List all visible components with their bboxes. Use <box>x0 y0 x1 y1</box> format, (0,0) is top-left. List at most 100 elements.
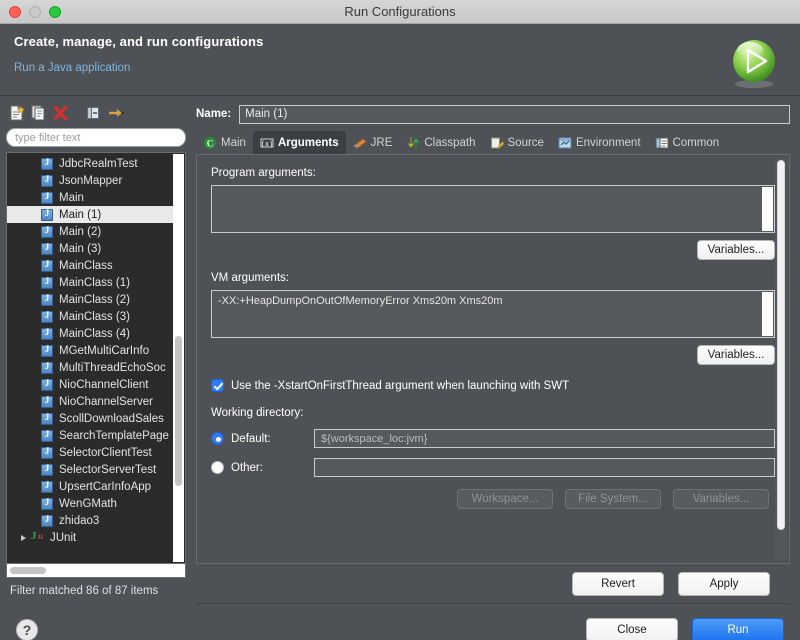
list-item[interactable]: ScollDownloadSales <box>7 410 185 427</box>
list-item-label: zhidao3 <box>59 514 100 527</box>
list-item[interactable]: MGetMultiCarInfo <box>7 342 185 359</box>
name-input[interactable]: Main (1) <box>239 104 790 124</box>
list-item-label: MainClass (4) <box>59 327 130 340</box>
tab-jre[interactable]: JRE <box>346 131 400 154</box>
xstart-on-first-thread-row[interactable]: Use the -XstartOnFirstThread argument wh… <box>211 379 775 392</box>
list-item[interactable]: Main (3) <box>7 240 185 257</box>
default-radio[interactable] <box>211 432 224 445</box>
list-item[interactable]: MainClass (4) <box>7 325 185 342</box>
program-arguments-input[interactable] <box>211 185 775 233</box>
list-hscroll-thumb[interactable] <box>10 567 46 574</box>
list-item[interactable]: Main (1) <box>7 206 173 223</box>
name-label: Name: <box>196 108 232 120</box>
svg-text:(x): (x) <box>261 141 274 149</box>
java-app-icon <box>41 276 53 289</box>
common-icon <box>655 137 669 148</box>
vm-variables-button[interactable]: Variables... <box>697 345 775 365</box>
list-horizontal-scrollbar[interactable] <box>6 564 186 578</box>
list-item-label: MainClass (1) <box>59 276 130 289</box>
vm-arguments-input[interactable]: -XX:+HeapDumpOnOutOfMemoryError Xms20m X… <box>211 290 775 338</box>
list-item[interactable]: UpsertCarInfoApp <box>7 478 185 495</box>
jre-icon <box>352 137 367 149</box>
list-item[interactable]: JdbcRealmTest <box>7 155 185 172</box>
panel-scroll-thumb[interactable] <box>777 160 785 530</box>
list-item[interactable]: zhidao3 <box>7 512 185 529</box>
chevron-right-icon[interactable] <box>21 534 26 541</box>
list-item[interactable]: WenGMath <box>7 495 185 512</box>
default-label: Default: <box>231 432 271 445</box>
list-item-label: Main <box>59 191 84 204</box>
tab-label: JRE <box>370 136 393 149</box>
source-icon <box>490 137 504 148</box>
revert-button[interactable]: Revert <box>572 571 664 596</box>
collapse-all-icon[interactable] <box>85 105 102 121</box>
configurations-list[interactable]: JdbcRealmTest JsonMapper Main Main (1) Main … <box>6 152 186 564</box>
list-item-label: MainClass (3) <box>59 310 130 323</box>
working-directory-buttons: Workspace... File System... Variables... <box>211 489 775 509</box>
list-item[interactable]: MainClass (1) <box>7 274 185 291</box>
java-app-icon <box>41 242 53 255</box>
vm-args-scrollbar[interactable] <box>762 292 773 336</box>
list-item[interactable]: NioChannelServer <box>7 393 185 410</box>
configuration-editor-pane: Name: Main (1) C Main (x) Arguments JRE Class… <box>192 96 800 604</box>
dialog-footer: ? Close Run <box>0 604 800 640</box>
java-app-icon <box>41 344 53 357</box>
duplicate-icon[interactable] <box>30 105 47 121</box>
other-radio[interactable] <box>211 461 224 474</box>
arguments-tab-panel: Program arguments: Variables... VM argum… <box>196 155 790 564</box>
new-configuration-icon[interactable] <box>8 105 25 121</box>
footer-buttons: Close Run <box>586 618 784 640</box>
tab-common[interactable]: Common <box>648 131 727 154</box>
panel-vertical-scrollbar[interactable] <box>775 158 787 560</box>
tab-environment[interactable]: Environment <box>551 131 648 154</box>
list-vertical-scrollbar[interactable] <box>173 154 184 562</box>
xstart-checkbox[interactable] <box>211 379 224 392</box>
java-app-icon <box>41 310 53 323</box>
run-button[interactable]: Run <box>692 618 784 640</box>
banner-subtitle: Run a Java application <box>14 62 131 74</box>
tab-label: Main <box>221 136 246 149</box>
list-item[interactable]: Main <box>7 189 185 206</box>
default-directory-input[interactable]: ${workspace_loc:jvm} <box>314 429 775 448</box>
working-directory-default-row[interactable]: Default: ${workspace_loc:jvm} <box>211 429 775 448</box>
java-app-icon <box>41 208 53 221</box>
java-app-icon <box>41 225 53 238</box>
list-item[interactable]: MainClass (2) <box>7 291 185 308</box>
xstart-checkbox-label: Use the -XstartOnFirstThread argument wh… <box>231 379 570 392</box>
configurations-pane: type filter text JdbcRealmTest JsonMapper… <box>0 96 192 604</box>
other-directory-input[interactable] <box>314 458 775 477</box>
tab-arguments[interactable]: (x) Arguments <box>252 131 346 154</box>
program-variables-button[interactable]: Variables... <box>697 240 775 260</box>
apply-button[interactable]: Apply <box>678 571 770 596</box>
window-title: Run Configurations <box>344 4 456 19</box>
java-app-icon <box>41 378 53 391</box>
list-item[interactable]: MainClass <box>7 257 185 274</box>
list-item[interactable]: SelectorServerTest <box>7 461 185 478</box>
tab-classpath[interactable]: Classpath <box>399 131 482 154</box>
program-arguments-label: Program arguments: <box>211 167 316 179</box>
list-item[interactable]: SearchTemplatePage <box>7 427 185 444</box>
list-item[interactable]: JsonMapper <box>7 172 185 189</box>
variables-button: Variables... <box>673 489 769 509</box>
list-item[interactable]: Main (2) <box>7 223 185 240</box>
revert-apply-row: Revert Apply <box>196 564 790 604</box>
dialog-banner: Create, manage, and run configurations R… <box>0 24 800 96</box>
list-item[interactable]: NioChannelClient <box>7 376 185 393</box>
close-button[interactable]: Close <box>586 618 678 640</box>
list-item[interactable]: MultiThreadEchoSoc <box>7 359 185 376</box>
list-item[interactable]: SelectorClientTest <box>7 444 185 461</box>
list-item[interactable]: MainClass (3) <box>7 308 185 325</box>
tree-node-junit[interactable]: Ju JUnit <box>7 529 185 546</box>
working-directory-other-row[interactable]: Other: <box>211 458 775 477</box>
list-item-label: Main (2) <box>59 225 102 238</box>
window-titlebar: Run Configurations <box>0 0 800 24</box>
filter-icon[interactable] <box>107 105 124 121</box>
help-icon[interactable]: ? <box>16 619 38 640</box>
filter-input[interactable]: type filter text <box>6 128 186 147</box>
delete-icon[interactable] <box>52 105 69 121</box>
tab-source[interactable]: Source <box>483 131 551 154</box>
tab-main[interactable]: C Main <box>196 131 253 154</box>
list-scroll-thumb[interactable] <box>175 336 182 486</box>
java-app-icon <box>41 395 53 408</box>
program-args-scrollbar[interactable] <box>762 187 773 231</box>
